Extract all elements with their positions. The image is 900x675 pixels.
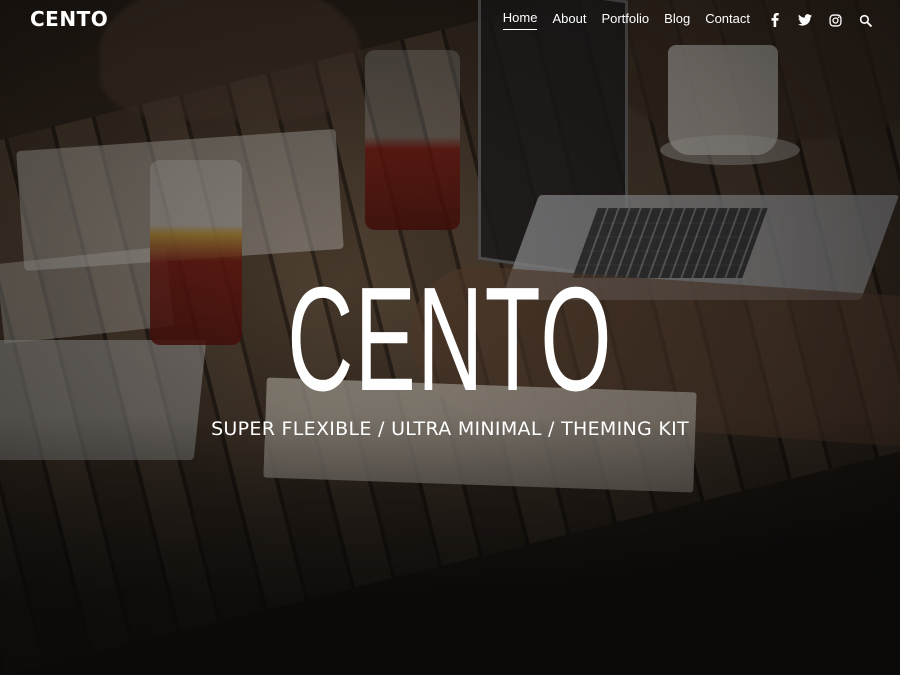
instagram-icon[interactable] [828, 13, 842, 27]
hero-subtitle: SUPER FLEXIBLE / ULTRA MINIMAL / THEMING… [211, 418, 689, 440]
nav-contact[interactable]: Contact [705, 11, 750, 30]
page: CENTO Home About Portfolio Blog Contact [0, 0, 900, 675]
dark-overlay-bottom [0, 415, 900, 675]
nav-about[interactable]: About [552, 11, 586, 30]
main-nav: Home About Portfolio Blog Contact [488, 10, 872, 30]
nav-blog[interactable]: Blog [664, 11, 690, 30]
site-header: CENTO Home About Portfolio Blog Contact [0, 0, 900, 40]
twitter-icon[interactable] [798, 13, 812, 27]
facebook-icon[interactable] [768, 13, 782, 27]
nav-home[interactable]: Home [502, 10, 538, 30]
search-icon[interactable] [858, 13, 872, 27]
site-logo[interactable]: CENTO [30, 7, 108, 31]
hero-title: CENTO [287, 257, 613, 422]
nav-portfolio[interactable]: Portfolio [601, 11, 649, 30]
